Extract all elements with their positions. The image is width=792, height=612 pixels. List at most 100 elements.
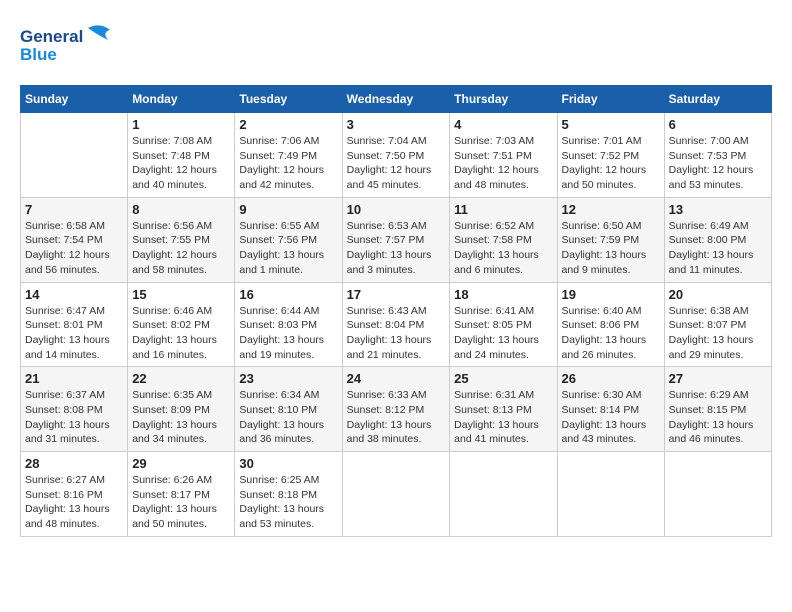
calendar-cell: 28Sunrise: 6:27 AMSunset: 8:16 PMDayligh… xyxy=(21,452,128,537)
day-number: 21 xyxy=(25,371,123,386)
sunset-text: Sunset: 8:12 PM xyxy=(347,404,425,416)
sunrise-text: Sunrise: 7:00 AM xyxy=(669,135,749,147)
sunset-text: Sunset: 8:13 PM xyxy=(454,404,532,416)
sunset-text: Sunset: 8:07 PM xyxy=(669,319,747,331)
weekday-sunday: Sunday xyxy=(21,86,128,113)
daylight-text: Daylight: 12 hours xyxy=(669,164,754,176)
day-info: Sunrise: 7:03 AMSunset: 7:51 PMDaylight:… xyxy=(454,134,552,193)
sunset-text: Sunset: 7:49 PM xyxy=(239,150,317,162)
daylight-text: and 16 minutes. xyxy=(132,349,207,361)
daylight-text: Daylight: 13 hours xyxy=(454,419,539,431)
calendar-cell: 17Sunrise: 6:43 AMSunset: 8:04 PMDayligh… xyxy=(342,282,450,367)
calendar-cell: 3 Sunrise: 7:04 AMSunset: 7:50 PMDaylight… xyxy=(342,113,450,198)
sunset-text: Sunset: 8:09 PM xyxy=(132,404,210,416)
sunset-text: Sunset: 8:03 PM xyxy=(239,319,317,331)
sunrise-text: Sunrise: 6:55 AM xyxy=(239,220,319,232)
calendar-cell: 25Sunrise: 6:31 AMSunset: 8:13 PMDayligh… xyxy=(450,367,557,452)
daylight-text: and 50 minutes. xyxy=(132,518,207,530)
daylight-text: Daylight: 13 hours xyxy=(25,503,110,515)
sunrise-text: Sunrise: 7:01 AM xyxy=(562,135,642,147)
calendar-cell xyxy=(21,113,128,198)
day-info: Sunrise: 6:37 AMSunset: 8:08 PMDaylight:… xyxy=(25,388,123,447)
daylight-text: Daylight: 12 hours xyxy=(132,164,217,176)
day-info: Sunrise: 6:44 AMSunset: 8:03 PMDaylight:… xyxy=(239,304,337,363)
day-number: 3 xyxy=(347,117,446,132)
weekday-wednesday: Wednesday xyxy=(342,86,450,113)
day-number: 28 xyxy=(25,456,123,471)
daylight-text: Daylight: 13 hours xyxy=(454,249,539,261)
sunrise-text: Sunrise: 6:41 AM xyxy=(454,305,534,317)
day-number: 23 xyxy=(239,371,337,386)
daylight-text: and 42 minutes. xyxy=(239,179,314,191)
daylight-text: and 11 minutes. xyxy=(669,264,743,276)
calendar-cell: 22Sunrise: 6:35 AMSunset: 8:09 PMDayligh… xyxy=(128,367,235,452)
day-number: 25 xyxy=(454,371,552,386)
sunrise-text: Sunrise: 7:03 AM xyxy=(454,135,534,147)
calendar-cell: 26Sunrise: 6:30 AMSunset: 8:14 PMDayligh… xyxy=(557,367,664,452)
daylight-text: Daylight: 12 hours xyxy=(132,249,217,261)
day-info: Sunrise: 7:01 AMSunset: 7:52 PMDaylight:… xyxy=(562,134,660,193)
calendar-cell: 27Sunrise: 6:29 AMSunset: 8:15 PMDayligh… xyxy=(664,367,771,452)
calendar-cell: 19Sunrise: 6:40 AMSunset: 8:06 PMDayligh… xyxy=(557,282,664,367)
daylight-text: Daylight: 13 hours xyxy=(239,419,324,431)
sunset-text: Sunset: 8:10 PM xyxy=(239,404,317,416)
calendar-cell: 11Sunrise: 6:52 AMSunset: 7:58 PMDayligh… xyxy=(450,197,557,282)
sunset-text: Sunset: 8:00 PM xyxy=(669,234,747,246)
sunset-text: Sunset: 8:04 PM xyxy=(347,319,425,331)
sunrise-text: Sunrise: 6:37 AM xyxy=(25,389,105,401)
daylight-text: Daylight: 13 hours xyxy=(347,334,432,346)
day-info: Sunrise: 6:56 AMSunset: 7:55 PMDaylight:… xyxy=(132,219,230,278)
daylight-text: Daylight: 13 hours xyxy=(132,503,217,515)
sunset-text: Sunset: 7:58 PM xyxy=(454,234,532,246)
daylight-text: Daylight: 13 hours xyxy=(132,419,217,431)
sunrise-text: Sunrise: 6:33 AM xyxy=(347,389,427,401)
daylight-text: and 40 minutes. xyxy=(132,179,207,191)
calendar-cell: 18Sunrise: 6:41 AMSunset: 8:05 PMDayligh… xyxy=(450,282,557,367)
daylight-text: and 45 minutes. xyxy=(347,179,422,191)
daylight-text: Daylight: 12 hours xyxy=(347,164,432,176)
day-number: 24 xyxy=(347,371,446,386)
sunset-text: Sunset: 7:59 PM xyxy=(562,234,640,246)
day-info: Sunrise: 6:33 AM Sunset: 8:12 PM Daylight:… xyxy=(347,388,446,447)
daylight-text: and 36 minutes. xyxy=(239,433,314,445)
day-info: Sunrise: 7:00 AMSunset: 7:53 PMDaylight:… xyxy=(669,134,767,193)
calendar-cell: 30Sunrise: 6:25 AMSunset: 8:18 PMDayligh… xyxy=(235,452,342,537)
daylight-text: Daylight: 13 hours xyxy=(347,419,432,431)
daylight-text: and 1 minute. xyxy=(239,264,303,276)
daylight-text: and 50 minutes. xyxy=(562,179,637,191)
week-row-5: 28Sunrise: 6:27 AMSunset: 8:16 PMDayligh… xyxy=(21,452,772,537)
daylight-text: and 43 minutes. xyxy=(562,433,637,445)
calendar-cell: 15Sunrise: 6:46 AMSunset: 8:02 PMDayligh… xyxy=(128,282,235,367)
svg-text:Blue: Blue xyxy=(20,45,57,64)
sunrise-text: Sunrise: 6:34 AM xyxy=(239,389,319,401)
day-number: 19 xyxy=(562,287,660,302)
day-number: 13 xyxy=(669,202,767,217)
daylight-text: Daylight: 12 hours xyxy=(25,249,110,261)
calendar-cell: 4Sunrise: 7:03 AMSunset: 7:51 PMDaylight… xyxy=(450,113,557,198)
weekday-saturday: Saturday xyxy=(664,86,771,113)
sunrise-text: Sunrise: 6:25 AM xyxy=(239,474,319,486)
daylight-text: and 46 minutes. xyxy=(669,433,744,445)
daylight-text: Daylight: 13 hours xyxy=(669,249,754,261)
page-header: General Blue xyxy=(20,20,772,75)
daylight-text: Daylight: 12 hours xyxy=(239,164,324,176)
daylight-text: Daylight: 13 hours xyxy=(562,249,647,261)
calendar-body: 1Sunrise: 7:08 AMSunset: 7:48 PMDaylight… xyxy=(21,113,772,537)
day-info: Sunrise: 7:08 AMSunset: 7:48 PMDaylight:… xyxy=(132,134,230,193)
day-info: Sunrise: 7:04 AMSunset: 7:50 PMDaylight:… xyxy=(347,134,446,193)
sunrise-text: Sunrise: 6:58 AM xyxy=(25,220,105,232)
weekday-monday: Monday xyxy=(128,86,235,113)
week-row-2: 7Sunrise: 6:58 AMSunset: 7:54 PMDaylight… xyxy=(21,197,772,282)
daylight-text: Daylight: 13 hours xyxy=(454,334,539,346)
day-info: Sunrise: 6:26 AMSunset: 8:17 PMDaylight:… xyxy=(132,473,230,532)
week-row-3: 14Sunrise: 6:47 AMSunset: 8:01 PMDayligh… xyxy=(21,282,772,367)
day-number: 18 xyxy=(454,287,552,302)
sunset-text: Sunset: 7:50 PM xyxy=(347,150,425,162)
sunset-text: Sunset: 7:51 PM xyxy=(454,150,532,162)
sunset-text: Sunset: 8:15 PM xyxy=(669,404,747,416)
logo-svg: General Blue xyxy=(20,20,120,75)
daylight-text: Daylight: 13 hours xyxy=(562,419,647,431)
sunrise-text: Sunrise: 6:47 AM xyxy=(25,305,105,317)
day-info: Sunrise: 6:53 AMSunset: 7:57 PMDaylight:… xyxy=(347,219,446,278)
daylight-text: Daylight: 13 hours xyxy=(239,503,324,515)
